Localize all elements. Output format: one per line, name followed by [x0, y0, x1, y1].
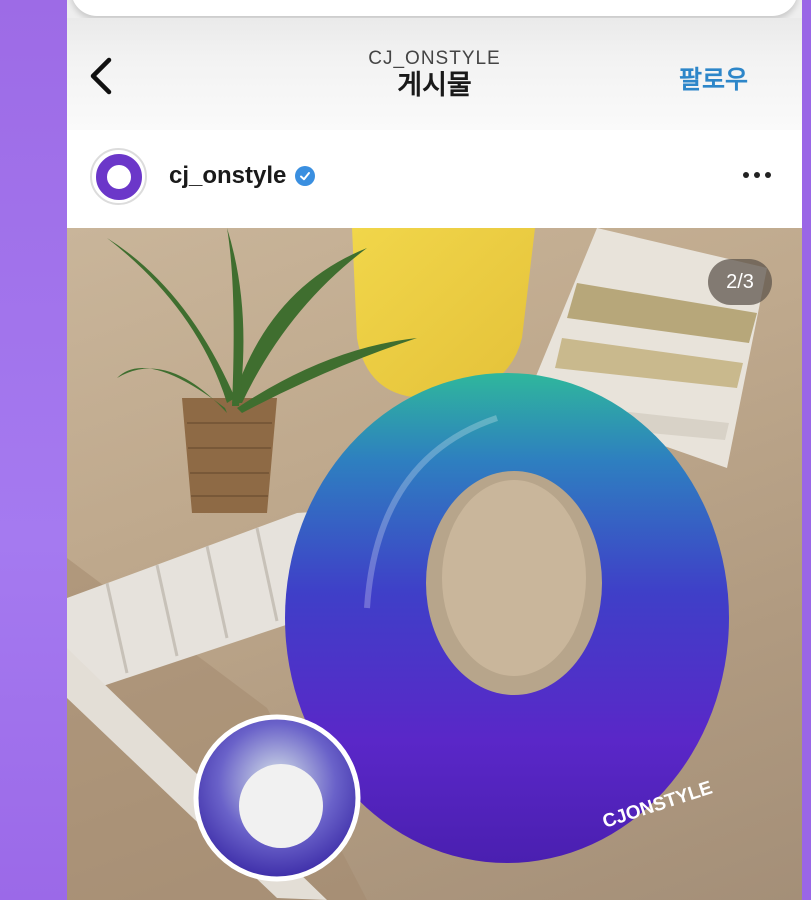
- post-header: cj_onstyle: [67, 130, 802, 228]
- photo-scene: CJONSTYLE: [67, 228, 767, 900]
- beach-ball: [193, 714, 361, 882]
- more-horizontal-icon: [743, 172, 771, 178]
- nav-title-group: CJ_ONSTYLE 게시물: [287, 48, 582, 102]
- phone-screen: CJ_ONSTYLE 게시물 팔로우 cj_onstyle CJONSTYLE …: [67, 0, 802, 900]
- back-button[interactable]: [81, 56, 121, 96]
- background-strip: [801, 0, 811, 900]
- top-bezel: [67, 0, 802, 18]
- verified-badge-icon: [295, 166, 316, 186]
- top-navigation-bar: CJ_ONSTYLE 게시물 팔로우: [67, 18, 802, 130]
- photo-page-indicator: 2/3: [708, 259, 772, 305]
- page-title: 게시물: [397, 70, 472, 101]
- post-username[interactable]: cj_onstyle: [169, 162, 286, 190]
- post-photo[interactable]: CJONSTYLE 2/3: [67, 228, 802, 900]
- brand-logo: [95, 153, 142, 200]
- nav-account-name: CJ_ONSTYLE: [368, 48, 501, 69]
- username-row: cj_onstyle: [169, 160, 316, 192]
- surfboard: [352, 228, 535, 398]
- avatar[interactable]: [90, 148, 147, 205]
- chevron-left-icon: [90, 57, 112, 95]
- follow-button[interactable]: 팔로우: [679, 60, 748, 94]
- more-options-button[interactable]: [739, 160, 775, 190]
